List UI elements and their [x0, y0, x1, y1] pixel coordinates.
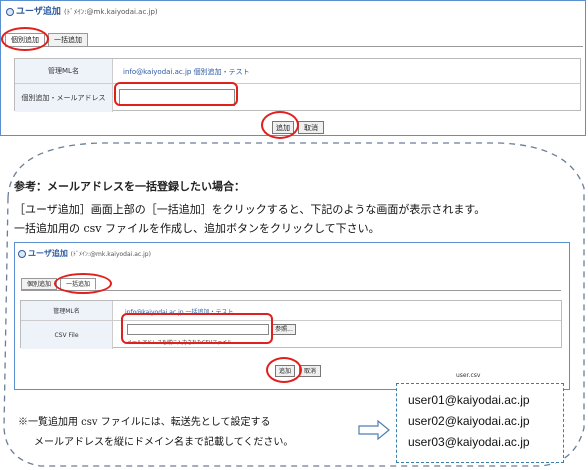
- csv-example-title: user.csv: [456, 372, 481, 379]
- highlight-individual-tab: [1, 27, 49, 51]
- cancel-button[interactable]: 取消: [298, 121, 324, 134]
- csv-line-1: user01@kaiyodai.ac.jp: [408, 393, 530, 407]
- panel-title: ユーザ追加 (ﾄﾞﾒｲﾝ:@mk.kaiyodai.ac.jp): [6, 4, 158, 17]
- highlight-bulk-add-button: [266, 357, 302, 383]
- bulk-row-csv: CSV File 参照... メールアドレスを縦に入力されたCSVファイル: [21, 321, 561, 349]
- footnote-line-1: ※一覧追加用 csv ファイルには、転送先として設定する: [18, 417, 271, 428]
- csv-line-2: user02@kaiyodai.ac.jp: [408, 414, 530, 428]
- add-form: 管理ML名 info@kaiyodai.ac.jp 個別追加・テスト 個別追加・…: [14, 58, 581, 112]
- csv-label: CSV File: [21, 321, 113, 349]
- bulk-ml-label: 管理ML名: [21, 301, 113, 320]
- note-line-1: ［ユーザ追加］画面上部の［一括追加］をクリックすると、下記のような画面が表示され…: [14, 203, 486, 216]
- highlight-csv-field: [121, 313, 273, 344]
- email-label: 個別追加・メールアドレス: [15, 84, 113, 112]
- tab-underline: [5, 46, 583, 47]
- form-row-ml: 管理ML名 info@kaiyodai.ac.jp 個別追加・テスト: [15, 59, 580, 84]
- highlight-add-button: [261, 111, 299, 139]
- inner-panel-title: ユーザ追加 (ﾄﾞﾒｲﾝ:@mk.kaiyodai.ac.jp): [18, 248, 151, 259]
- inner-panel-subtitle: (ﾄﾞﾒｲﾝ:@mk.kaiyodai.ac.jp): [70, 251, 151, 258]
- csv-line-3: user03@kaiyodai.ac.jp: [408, 435, 530, 449]
- ml-label: 管理ML名: [15, 59, 113, 83]
- footnote-line-2: メールアドレスを縦にドメイン名まで記載してください。: [34, 437, 294, 448]
- highlight-bulk-tab: [54, 273, 112, 294]
- browse-button[interactable]: 参照...: [272, 324, 296, 335]
- ml-value: info@kaiyodai.ac.jp 個別追加・テスト: [123, 68, 250, 76]
- tab-bulk-add[interactable]: 一括追加: [48, 33, 88, 47]
- note-line-2: 一括追加用の csv ファイルを作成し、追加ボタンをクリックして下さい。: [14, 222, 380, 235]
- arrow-right-icon: [358, 420, 390, 440]
- panel-subtitle: (ﾄﾞﾒｲﾝ:@mk.kaiyodai.ac.jp): [63, 8, 158, 16]
- inner-tab-individual-add[interactable]: 個別追加: [21, 278, 57, 290]
- bullet-icon: [6, 7, 14, 16]
- bullet-icon: [18, 249, 26, 258]
- note-heading: 参考：メールアドレスを一括登録したい場合：: [14, 180, 245, 193]
- bulk-cancel-button[interactable]: 取消: [299, 365, 321, 377]
- bulk-form: 管理ML名 info@kaiyodai.ac.jp 一括追加・テスト CSV F…: [20, 300, 562, 349]
- bulk-row-ml: 管理ML名 info@kaiyodai.ac.jp 一括追加・テスト: [21, 301, 561, 321]
- form-row-email: 個別追加・メールアドレス: [15, 84, 580, 112]
- highlight-email-field: [114, 82, 238, 106]
